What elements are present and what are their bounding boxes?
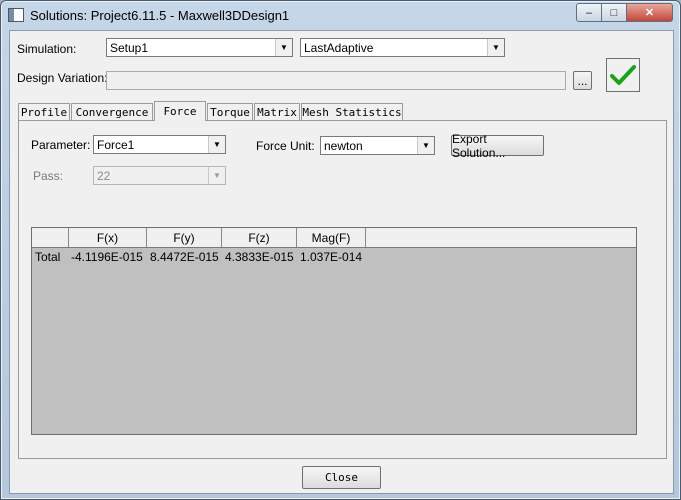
magf-cell: 1.037E-014 — [300, 250, 363, 264]
window-title: Solutions: Project6.11.5 - Maxwell3DDesi… — [30, 8, 290, 23]
tab-force[interactable]: Force — [154, 101, 206, 121]
grid-header-row: F(x) F(y) F(z) Mag(F) — [32, 228, 636, 248]
row-name-cell: Total — [35, 250, 61, 264]
tab-profile[interactable]: Profile — [18, 103, 70, 120]
fx-cell: -4.1196E-015 — [71, 250, 143, 264]
title-bar[interactable]: Solutions: Project6.11.5 - Maxwell3DDesi… — [1, 1, 680, 29]
dialog-client-area: Simulation: Setup1 ▼ LastAdaptive ▼ Desi… — [9, 30, 674, 494]
checkmark-icon — [610, 65, 636, 85]
pass-value: 22 — [97, 169, 111, 183]
design-variation-label: Design Variation: — [17, 71, 108, 85]
fy-cell: 8.4472E-015 — [150, 250, 219, 264]
maximize-icon: □ — [610, 6, 618, 19]
tab-matrix[interactable]: Matrix — [254, 103, 300, 120]
chevron-down-icon[interactable]: ▼ — [417, 137, 434, 154]
simulation-setup-select[interactable]: Setup1 ▼ — [106, 38, 293, 57]
maximize-button[interactable]: □ — [602, 3, 627, 22]
tab-convergence[interactable]: Convergence — [71, 103, 153, 120]
chevron-down-icon: ▼ — [208, 167, 225, 184]
simulation-setup-value: Setup1 — [110, 41, 149, 55]
grid-header-corner — [32, 228, 69, 247]
grid-header-magf[interactable]: Mag(F) — [297, 228, 366, 247]
grid-header-fx[interactable]: F(x) — [69, 228, 147, 247]
app-icon — [8, 8, 24, 22]
force-unit-select[interactable]: newton ▼ — [320, 136, 435, 155]
design-variation-browse-button[interactable]: ... — [573, 71, 592, 90]
fz-cell: 4.3833E-015 — [225, 250, 294, 264]
design-variation-field — [106, 71, 566, 90]
close-button[interactable]: Close — [302, 466, 381, 489]
simulation-label: Simulation: — [17, 42, 77, 56]
minimize-button[interactable]: ‒ — [576, 3, 602, 22]
force-unit-value: newton — [324, 139, 363, 153]
grid-header-fz[interactable]: F(z) — [222, 228, 297, 247]
chevron-down-icon[interactable]: ▼ — [208, 136, 225, 153]
solutions-window: Solutions: Project6.11.5 - Maxwell3DDesi… — [0, 0, 681, 500]
chevron-down-icon[interactable]: ▼ — [275, 39, 292, 56]
tab-mesh-statistics[interactable]: Mesh Statistics — [301, 103, 403, 120]
pass-select: 22 ▼ — [93, 166, 226, 185]
export-solution-button[interactable]: Export Solution... — [451, 132, 544, 160]
parameter-select[interactable]: Force1 ▼ — [93, 135, 226, 154]
grid-header-fy[interactable]: F(y) — [147, 228, 222, 247]
close-icon: ✕ — [644, 7, 655, 19]
tab-torque[interactable]: Torque — [207, 103, 253, 120]
close-window-button[interactable]: ✕ — [627, 3, 673, 22]
pass-label: Pass: — [33, 169, 64, 183]
parameter-label: Parameter: — [31, 138, 91, 152]
solution-pass-type-value: LastAdaptive — [304, 41, 374, 55]
minimize-icon: ‒ — [585, 6, 593, 19]
force-unit-label: Force Unit: — [256, 139, 315, 153]
chevron-down-icon[interactable]: ▼ — [487, 39, 504, 56]
solution-status-button[interactable] — [606, 58, 640, 92]
parameter-value: Force1 — [97, 138, 135, 152]
solution-pass-type-select[interactable]: LastAdaptive ▼ — [300, 38, 505, 57]
caption-buttons: ‒ □ ✕ — [576, 3, 673, 22]
force-results-grid[interactable]: F(x) F(y) F(z) Mag(F) Total -4.1196E-015… — [31, 227, 637, 435]
